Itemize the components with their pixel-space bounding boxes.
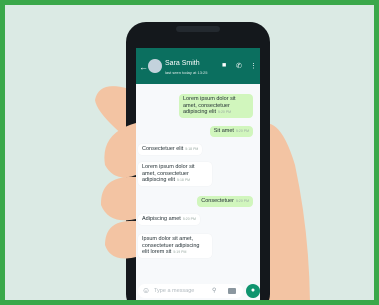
- illustration-frame: ← Sara Smith last seen today at 13:25 ■ …: [0, 0, 379, 305]
- fingers: [100, 123, 136, 259]
